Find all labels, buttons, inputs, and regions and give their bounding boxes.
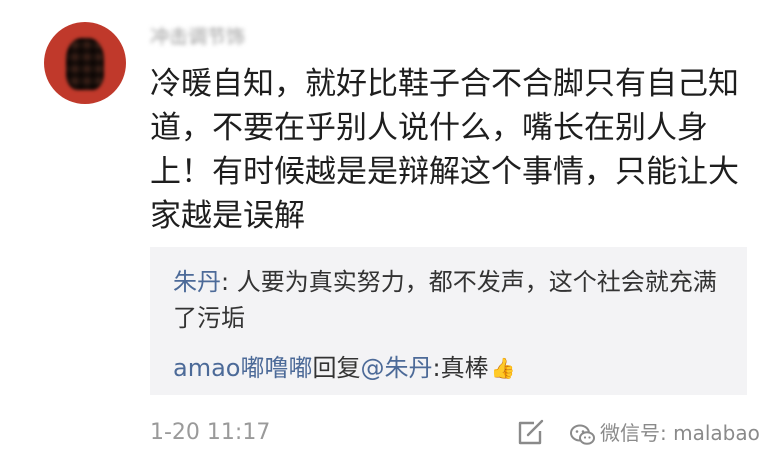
comment-timestamp: 1-20 11:17 (150, 420, 271, 445)
thumbs-up-icon: 👍 (490, 356, 516, 380)
edit-icon (518, 419, 544, 445)
comment-username[interactable]: 冲击调节饰 (150, 24, 285, 50)
watermark-text: 微信号: malabao (600, 421, 760, 445)
reply-separator: : (432, 354, 441, 382)
reply-mention-link[interactable]: @朱丹 (360, 354, 432, 382)
avatar-image (66, 38, 104, 90)
reply-author-link[interactable]: amao嘟噜嘟 (173, 354, 312, 382)
reply-author-link[interactable]: 朱丹 (173, 268, 221, 296)
reply-text: 人要为真实努力，都不发声，这个社会就充满了污垢 (173, 268, 717, 332)
edit-button[interactable] (516, 419, 546, 447)
comment-text: 冷暖自知，就好比鞋子合不合脚只有自己知道，不要在乎别人说什么，嘴长在别人身上！有… (150, 66, 739, 234)
avatar[interactable] (44, 22, 126, 104)
watermark: 微信号: malabao (570, 418, 760, 448)
reply-item: 朱丹: 人要为真实努力，都不发声，这个社会就充满了污垢 (173, 264, 733, 336)
reply-item: amao嘟噜嘟回复@朱丹:真棒 👍 (173, 350, 733, 386)
reply-separator: : (221, 268, 237, 296)
wechat-icon (570, 424, 595, 445)
reply-text: 真棒 (440, 354, 489, 382)
replies-section: 朱丹: 人要为真实努力，都不发声，这个社会就充满了污垢 amao嘟噜嘟回复@朱丹… (150, 247, 747, 395)
reply-connector: 回复 (312, 354, 361, 382)
